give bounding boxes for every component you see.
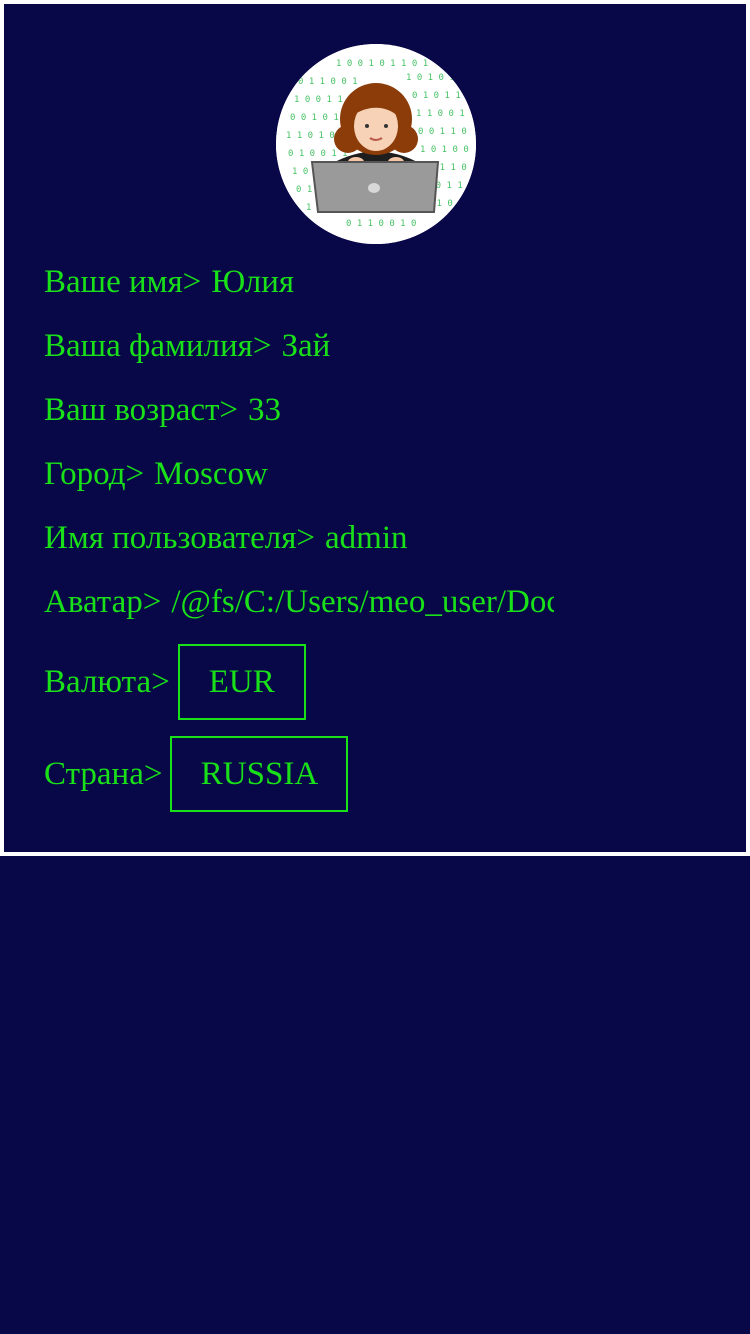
country-select[interactable]: RUSSIA: [170, 736, 349, 812]
svg-text:0 0 1 1 0: 0 0 1 1 0: [418, 127, 467, 137]
svg-text:0 1 1 0 0 1 0: 0 1 1 0 0 1 0: [346, 219, 416, 229]
currency-select-value: EUR: [208, 663, 275, 700]
svg-text:0 1 0 1 1: 0 1 0 1 1: [412, 91, 461, 101]
first-name-row: Ваше имя> Юлия: [44, 262, 294, 302]
username-value: admin: [325, 520, 408, 556]
city-label: Город>: [44, 456, 145, 492]
svg-text:0 1 1 0 0 1: 0 1 1 0 0 1: [298, 77, 358, 87]
last-name-value: Зай: [281, 328, 331, 364]
country-row: Страна> RUSSIA: [44, 736, 349, 812]
avatar-path-label: Аватар>: [44, 584, 162, 620]
country-label: Страна>: [44, 756, 163, 792]
currency-label: Валюта>: [44, 664, 170, 700]
profile-card: 0 1 1 0 0 1 1 0 0 1 1 0 0 0 1 0 1 1 1 1 …: [0, 0, 750, 856]
country-select-value: RUSSIA: [200, 755, 319, 792]
svg-text:1 0 1 0 1: 1 0 1 0 1: [406, 73, 455, 83]
avatar-path-row: Аватар>/@fs/C:/Users/meo_user/Documents: [44, 582, 554, 622]
profile-page: 0 1 1 0 0 1 1 0 0 1 1 0 0 0 1 0 1 1 1 1 …: [0, 0, 750, 1334]
svg-text:1 0 1 0 0: 1 0 1 0 0: [420, 145, 469, 155]
age-row: Ваш возраст> 33: [44, 390, 281, 430]
city-value: Moscow: [154, 456, 268, 492]
woman-with-laptop-icon: 0 1 1 0 0 1 1 0 0 1 1 0 0 0 1 0 1 1 1 1 …: [276, 44, 476, 244]
first-name-label: Ваше имя>: [44, 264, 202, 300]
svg-text:1 0 0 1 0 1 1 0 1: 1 0 0 1 0 1 1 0 1: [336, 59, 428, 69]
username-label: Имя пользователя>: [44, 520, 315, 556]
age-value: 33: [248, 392, 282, 428]
avatar-path-value: /@fs/C:/Users/meo_user/Documents: [171, 584, 554, 620]
city-row: Город> Moscow: [44, 454, 268, 494]
last-name-row: Ваша фамилия> Зай: [44, 326, 330, 366]
last-name-label: Ваша фамилия>: [44, 328, 272, 364]
currency-row: Валюта> EUR: [44, 644, 306, 720]
username-row: Имя пользователя> admin: [44, 518, 407, 558]
age-label: Ваш возраст>: [44, 392, 239, 428]
svg-text:1 1 0 0 1: 1 1 0 0 1: [416, 109, 465, 119]
svg-text:0 1 0 0 1 1: 0 1 0 0 1 1: [288, 149, 348, 159]
first-name-value: Юлия: [211, 264, 295, 300]
currency-select[interactable]: EUR: [177, 644, 306, 720]
avatar: 0 1 1 0 0 1 1 0 0 1 1 0 0 0 1 0 1 1 1 1 …: [276, 44, 476, 244]
